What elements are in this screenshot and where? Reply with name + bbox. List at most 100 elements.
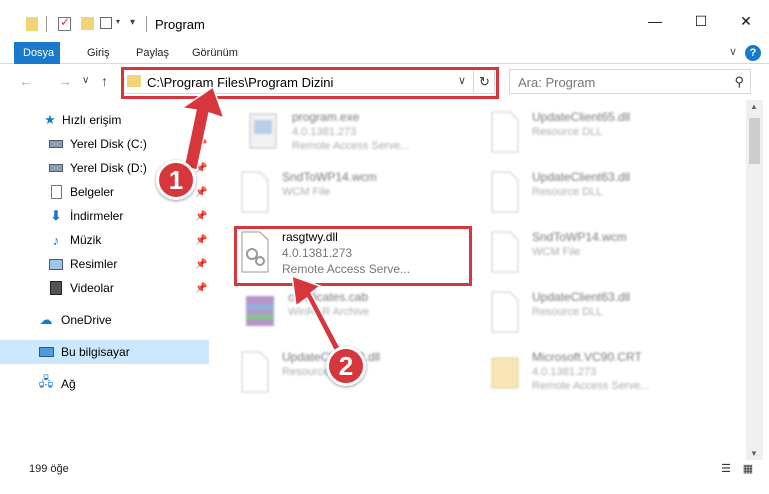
pin-icon[interactable]: 📌 [195,259,207,270]
tab-home[interactable]: Giriş [79,42,118,64]
step-1-callout: 1 [156,160,196,200]
file-version: 4.0.1381.273 [532,366,597,378]
sidebar-item-label: Belgeler [70,185,115,199]
list-item[interactable]: certificates.cab WinRAR Archive [238,286,478,342]
file-type: WCM File [282,186,331,198]
view-icon[interactable] [100,17,112,29]
file-description: Remote Access Serve... [532,380,650,392]
scroll-down-icon[interactable]: ▼ [750,449,758,458]
sidebar-item-label: İndirmeler [70,209,124,223]
sidebar-item-label: Bu bilgisayar [61,345,130,359]
pin-icon[interactable]: 📌 [195,163,207,174]
sidebar-item-label: Yerel Disk (D:) [70,161,147,175]
back-button[interactable]: ← [19,73,33,89]
pin-icon[interactable]: 📌 [195,235,207,246]
pin-icon[interactable]: 📌 [195,283,207,294]
vertical-scrollbar[interactable]: ▲ ▼ [746,100,763,460]
help-button[interactable]: ? [745,45,761,61]
properties-icon[interactable]: ✓ [58,15,71,31]
sidebar-item-music[interactable]: ♪ Müzik 📌 [0,228,209,252]
music-icon: ♪ [52,232,60,248]
sidebar-item-onedrive[interactable]: ☁ OneDrive [0,308,209,332]
file-name: program.exe [292,110,360,124]
details-view-icon[interactable]: ☰ [719,462,733,476]
file-name: SndToWP14.wcm [282,170,377,184]
file-version: 4.0.1381.273 [292,126,357,138]
file-name: UpdateClient65.dll [532,110,631,124]
close-button[interactable]: ✕ [723,0,769,42]
pin-icon[interactable]: 📌 [195,139,207,150]
drive-icon [48,160,64,176]
file-type: Resource DLL [532,306,603,318]
sidebar-item-pictures[interactable]: Resimler 📌 [0,252,209,276]
sidebar-item-label: Ağ [61,377,76,391]
forward-button[interactable]: → [58,73,72,89]
scroll-up-icon[interactable]: ▲ [750,102,758,111]
collapse-ribbon-icon[interactable]: ∨ [729,45,737,58]
up-button[interactable]: ↑ [101,73,108,89]
sidebar-item-local-disk-c[interactable]: Yerel Disk (C:) 📌 [0,132,209,156]
list-item[interactable]: UpdateClient65.dll Resource DLL [482,106,722,162]
list-item[interactable]: UpdateClient63.dll Resource DLL [482,166,722,222]
dll-icon [236,350,272,394]
computer-icon [38,344,54,360]
sidebar-item-quick-access[interactable]: ★ Hızlı erişim [0,108,209,132]
list-item[interactable]: Microsoft.VC90.CRT 4.0.1381.273 Remote A… [482,346,722,402]
quick-access-dropdown-icon[interactable]: ▾ [130,17,135,35]
search-input[interactable]: Ara: Program ⚲ [509,69,751,94]
file-name: SndToWP14.wcm [532,230,627,244]
file-type: WCM File [532,246,581,258]
pin-icon[interactable]: 📌 [195,187,207,198]
file-type: WinRAR Archive [288,306,370,318]
file-type: Resource DLL [532,126,603,138]
sidebar-item-label: Hızlı erişim [62,113,122,127]
folder-icon [26,17,38,31]
tab-file[interactable]: Dosya [14,42,60,64]
file-icon [486,230,522,274]
drive-icon [48,136,64,152]
customize-dropdown-icon[interactable]: ▾ [116,17,120,35]
toolbar-divider [46,16,47,32]
search-icon[interactable]: ⚲ [734,74,744,90]
sidebar-item-this-pc[interactable]: Bu bilgisayar [0,340,209,364]
window-title: Program [155,17,205,32]
file-name: UpdateClient63.dll [532,290,631,304]
file-description: Remote Access Serve... [292,140,410,152]
list-item[interactable]: SndToWP14.wcm WCM File [232,166,472,222]
list-item[interactable]: SndToWP14.wcm WCM File [482,226,722,282]
sidebar-item-label: Müzik [70,233,102,247]
sidebar-item-label: Yerel Disk (C:) [70,137,147,151]
pin-icon[interactable]: 📌 [195,211,207,222]
file-icon [236,170,272,214]
file-name: certificates.cab [288,290,369,304]
tab-view[interactable]: Görünüm [184,42,246,64]
list-item[interactable]: program.exe 4.0.1381.273 Remote Access S… [242,106,482,162]
sidebar-item-network[interactable]: 🖧 Ağ [0,372,209,396]
large-icons-view-icon[interactable]: ▦ [741,462,755,476]
archive-icon [242,290,278,334]
scroll-thumb[interactable] [749,118,760,164]
new-folder-icon[interactable] [81,17,94,30]
step-2-callout: 2 [326,346,366,386]
maximize-button[interactable]: ☐ [678,0,724,42]
title-divider [146,16,147,32]
list-item[interactable]: UpdateClient63.dll Resource DLL [482,286,722,342]
search-placeholder: Ara: Program [518,75,596,90]
minimize-button[interactable]: — [632,0,678,42]
status-bar: 199 öğe ☰ ▦ [0,460,769,494]
file-type: Resource DLL [532,186,603,198]
recent-locations-button[interactable]: ∨ [82,75,89,86]
tab-share[interactable]: Paylaş [128,42,177,64]
item-count: 199 öğe [29,463,69,475]
ribbon: Dosya Giriş Paylaş Görünüm ∨ ? [0,42,769,64]
video-icon [48,280,64,296]
sidebar-item-label: OneDrive [61,313,112,327]
sidebar-item-downloads[interactable]: ⬇ İndirmeler 📌 [0,204,209,228]
navigation-pane: ★ Hızlı erişim Yerel Disk (C:) 📌 Yerel D… [0,100,212,460]
folder-icon [486,350,522,394]
dll-icon [486,110,522,154]
file-name: UpdateClient63.dll [532,170,631,184]
title-bar: ✓ ▾ ▾ Program — ☐ ✕ [0,0,769,42]
star-icon: ★ [44,112,56,127]
sidebar-item-videos[interactable]: Videolar 📌 [0,276,209,300]
